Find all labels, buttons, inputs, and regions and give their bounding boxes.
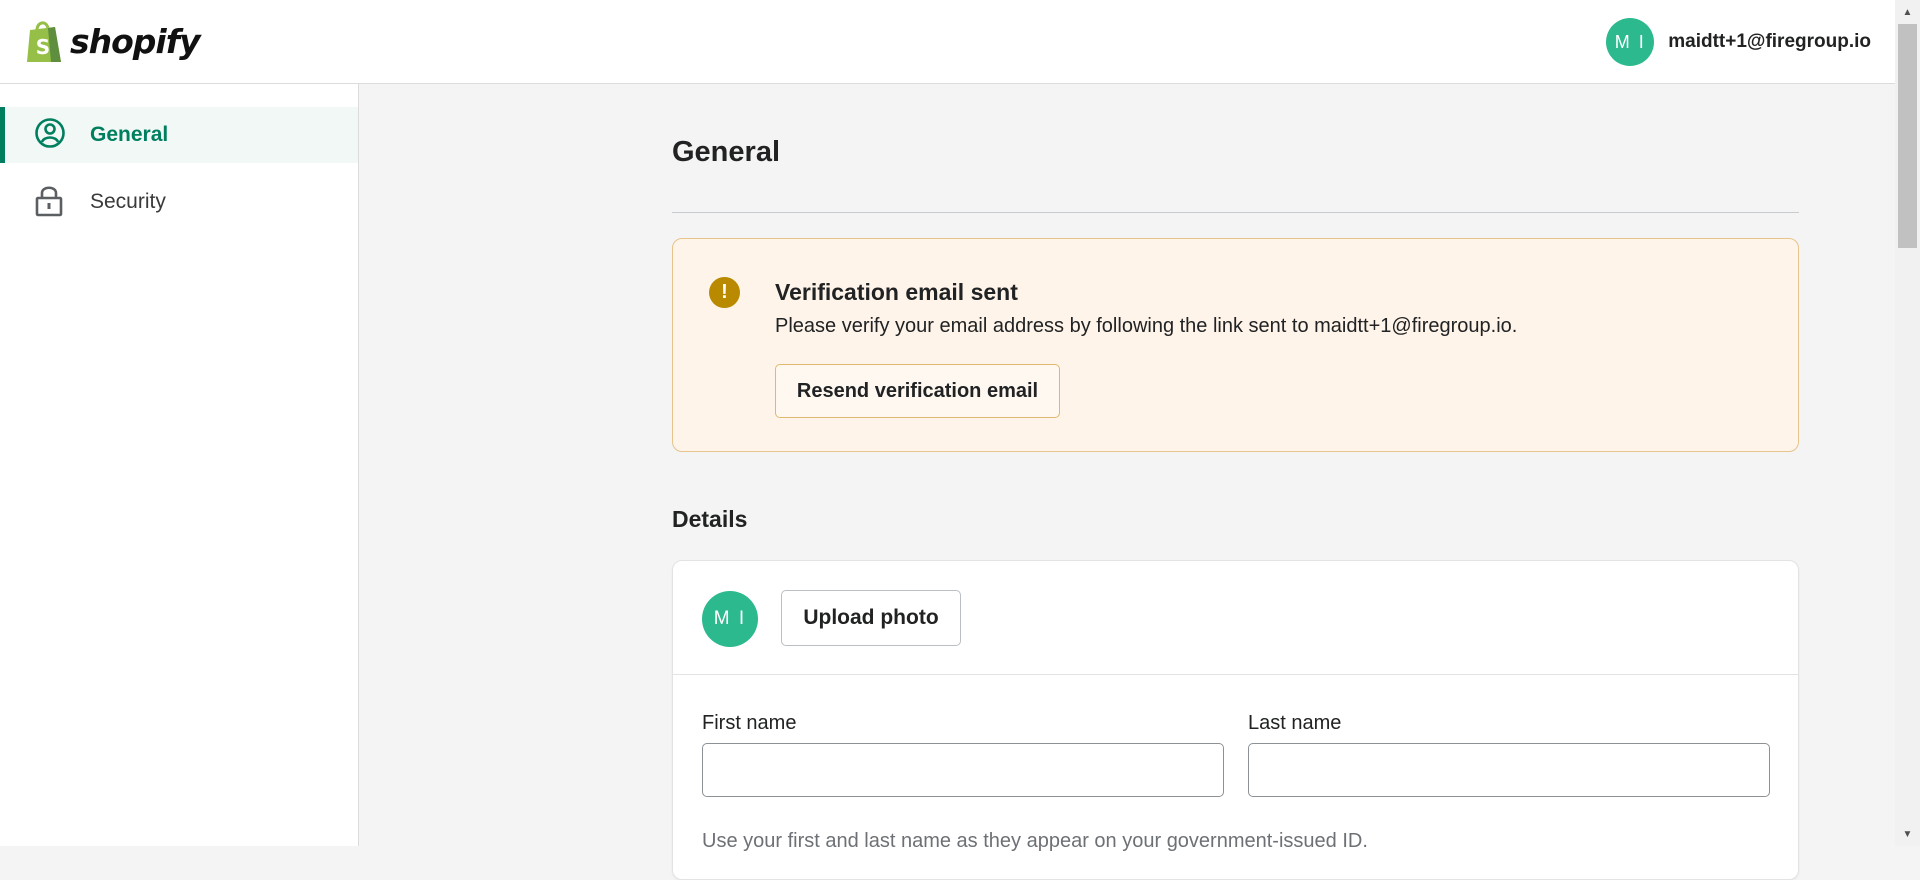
name-help-text: Use your first and last name as they app…	[702, 830, 1368, 852]
verification-banner: ! Verification email sent Please verify …	[672, 238, 1799, 452]
top-bar: S shopify M I maidtt+1@firegroup.io	[0, 0, 1895, 84]
shopify-logo[interactable]: S shopify	[24, 18, 201, 64]
sidebar-item-label: Security	[90, 190, 166, 213]
user-circle-icon	[35, 118, 65, 148]
shopify-bag-icon: S	[27, 21, 61, 62]
sidebar-item-label: General	[90, 123, 169, 146]
banner-text: Please verify your email address by foll…	[775, 315, 1518, 337]
scroll-down-icon[interactable]: ▼	[1895, 824, 1920, 844]
sidebar: General Security	[0, 84, 359, 846]
avatar: M I	[702, 591, 758, 647]
scrollbar[interactable]: ▲ ▼	[1895, 0, 1920, 846]
alert-icon: !	[709, 277, 740, 308]
scrollbar-thumb[interactable]	[1898, 24, 1917, 248]
user-email: maidtt+1@firegroup.io	[1668, 31, 1871, 52]
page-title: General	[672, 136, 780, 168]
upload-photo-button[interactable]: Upload photo	[781, 590, 961, 646]
details-card: M I Upload photo First name Last name Us…	[672, 560, 1799, 880]
sidebar-item-general[interactable]: General	[0, 107, 358, 163]
first-name-label: First name	[702, 712, 797, 734]
divider	[673, 674, 1798, 675]
divider	[672, 212, 1799, 213]
last-name-field[interactable]	[1248, 743, 1770, 797]
logo-wordmark: shopify	[70, 21, 201, 61]
avatar: M I	[1606, 18, 1655, 66]
user-menu[interactable]: M I maidtt+1@firegroup.io	[1606, 18, 1871, 66]
resend-verification-button[interactable]: Resend verification email	[775, 364, 1060, 418]
scroll-up-icon[interactable]: ▲	[1895, 2, 1920, 22]
last-name-label: Last name	[1248, 712, 1342, 734]
details-heading: Details	[672, 506, 748, 532]
banner-title: Verification email sent	[775, 279, 1018, 305]
first-name-field[interactable]	[702, 743, 1224, 797]
lock-icon	[35, 186, 63, 217]
sidebar-item-security[interactable]: Security	[0, 174, 358, 230]
svg-text:S: S	[36, 35, 50, 59]
